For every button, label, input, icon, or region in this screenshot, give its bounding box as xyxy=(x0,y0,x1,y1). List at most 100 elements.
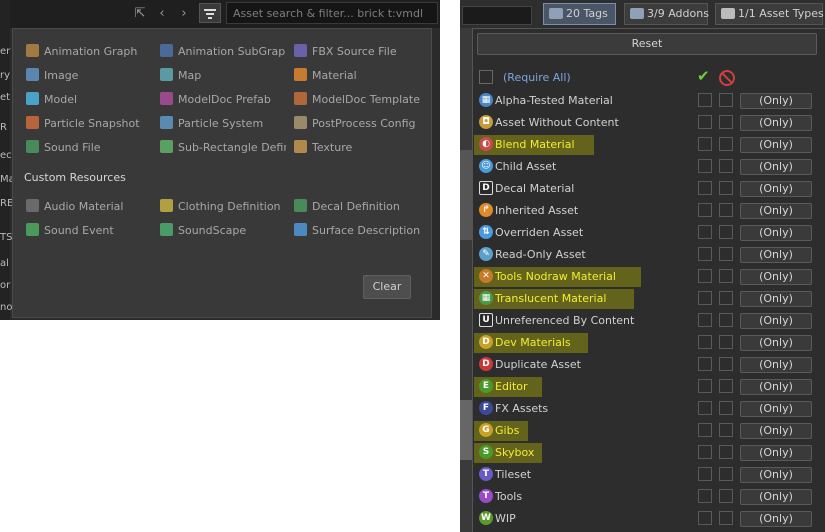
include-checkbox[interactable] xyxy=(698,291,712,305)
only-button[interactable]: (Only) xyxy=(740,379,812,395)
asset-type-item[interactable]: Texture xyxy=(294,140,420,156)
asset-type-item[interactable]: Sub-Rectangle Definit xyxy=(160,140,286,156)
exclude-checkbox[interactable] xyxy=(719,445,733,459)
asset-type-item[interactable]: ModelDoc Prefab xyxy=(160,92,286,108)
include-checkbox[interactable] xyxy=(698,445,712,459)
asset-type-item[interactable]: Animation Graph xyxy=(26,44,152,60)
only-button[interactable]: (Only) xyxy=(740,93,812,109)
exclude-checkbox[interactable] xyxy=(719,291,733,305)
addons-button[interactable]: 3/9 Addons xyxy=(624,3,709,25)
asset-types-button[interactable]: 1/1 Asset Types xyxy=(715,3,824,25)
only-button[interactable]: (Only) xyxy=(740,511,812,527)
tag-label: Blend Material xyxy=(495,138,575,151)
asset-type-item[interactable]: Particle System xyxy=(160,116,286,132)
asset-type-item[interactable]: FBX Source File xyxy=(294,44,420,60)
include-checkbox[interactable] xyxy=(698,137,712,151)
include-checkbox[interactable] xyxy=(698,247,712,261)
include-checkbox[interactable] xyxy=(698,467,712,481)
exclude-checkbox[interactable] xyxy=(719,269,733,283)
only-button[interactable]: (Only) xyxy=(740,159,812,175)
exclude-checkbox[interactable] xyxy=(719,423,733,437)
only-button[interactable]: (Only) xyxy=(740,445,812,461)
include-checkbox[interactable] xyxy=(698,203,712,217)
go-home-icon[interactable]: ⇱ xyxy=(130,4,150,24)
include-checkbox[interactable] xyxy=(698,269,712,283)
exclude-checkbox[interactable] xyxy=(719,137,733,151)
exclude-checkbox[interactable] xyxy=(719,247,733,261)
back-icon[interactable]: ‹ xyxy=(152,4,172,24)
only-button[interactable]: (Only) xyxy=(740,115,812,131)
asset-type-item[interactable]: ModelDoc Template xyxy=(294,92,420,108)
include-checkbox[interactable] xyxy=(698,357,712,371)
edge-label: no xyxy=(0,302,13,313)
exclude-checkbox[interactable] xyxy=(719,335,733,349)
include-checkbox[interactable] xyxy=(698,489,712,503)
include-checkbox[interactable] xyxy=(698,401,712,415)
only-button[interactable]: (Only) xyxy=(740,467,812,483)
exclude-checkbox[interactable] xyxy=(719,203,733,217)
only-button[interactable]: (Only) xyxy=(740,225,812,241)
include-checkbox[interactable] xyxy=(698,313,712,327)
only-button[interactable]: (Only) xyxy=(740,247,812,263)
asset-search-input[interactable]: Asset search & filter... brick t:vmdl xyxy=(226,2,438,24)
filter-button[interactable] xyxy=(199,3,221,23)
exclude-checkbox[interactable] xyxy=(719,313,733,327)
reset-button[interactable]: Reset xyxy=(477,33,817,55)
only-button[interactable]: (Only) xyxy=(740,181,812,197)
exclude-checkbox[interactable] xyxy=(719,181,733,195)
require-all-checkbox[interactable] xyxy=(479,70,493,84)
forward-icon[interactable]: › xyxy=(174,4,194,24)
include-checkbox[interactable] xyxy=(698,181,712,195)
exclude-checkbox[interactable] xyxy=(719,225,733,239)
only-button[interactable]: (Only) xyxy=(740,291,812,307)
toolbar-search-input[interactable] xyxy=(462,6,532,25)
exclude-checkbox[interactable] xyxy=(719,357,733,371)
tag-row: ◐ Blend Material (Only) xyxy=(472,134,825,156)
include-checkbox[interactable] xyxy=(698,93,712,107)
custom-resource-item[interactable]: Audio Material xyxy=(26,199,152,215)
tags-button[interactable]: 20 Tags xyxy=(543,3,616,25)
include-checkbox[interactable] xyxy=(698,511,712,525)
only-button[interactable]: (Only) xyxy=(740,357,812,373)
exclude-checkbox[interactable] xyxy=(719,511,733,525)
exclude-checkbox[interactable] xyxy=(719,159,733,173)
custom-resource-item[interactable]: Decal Definition xyxy=(294,199,420,215)
inherit-icon: ↱ xyxy=(479,203,493,217)
exclude-checkbox[interactable] xyxy=(719,93,733,107)
include-checkbox[interactable] xyxy=(698,379,712,393)
include-checkbox[interactable] xyxy=(698,423,712,437)
tag-label: Child Asset xyxy=(495,160,557,173)
asset-type-item[interactable]: Model xyxy=(26,92,152,108)
exclude-checkbox[interactable] xyxy=(719,467,733,481)
only-button[interactable]: (Only) xyxy=(740,269,812,285)
include-checkbox[interactable] xyxy=(698,159,712,173)
only-button[interactable]: (Only) xyxy=(740,203,812,219)
only-button[interactable]: (Only) xyxy=(740,401,812,417)
include-checkbox[interactable] xyxy=(698,115,712,129)
exclude-checkbox[interactable] xyxy=(719,401,733,415)
only-button[interactable]: (Only) xyxy=(740,489,812,505)
only-button[interactable]: (Only) xyxy=(740,313,812,329)
custom-resource-item[interactable]: SoundScape xyxy=(160,223,286,239)
include-checkbox[interactable] xyxy=(698,335,712,349)
asset-type-item[interactable]: Material xyxy=(294,68,420,84)
exclude-checkbox[interactable] xyxy=(719,489,733,503)
asset-type-item[interactable]: Image xyxy=(26,68,152,84)
only-button[interactable]: (Only) xyxy=(740,423,812,439)
asset-type-label: FBX Source File xyxy=(312,45,397,58)
only-button[interactable]: (Only) xyxy=(740,335,812,351)
custom-resource-item[interactable]: Surface Description xyxy=(294,223,420,239)
asset-type-item[interactable]: Particle Snapshot xyxy=(26,116,152,132)
asset-type-item[interactable]: Animation SubGraph xyxy=(160,44,286,60)
custom-resource-item[interactable]: Clothing Definition xyxy=(160,199,286,215)
letter-w-icon: W xyxy=(479,511,493,525)
exclude-checkbox[interactable] xyxy=(719,379,733,393)
asset-type-item[interactable]: PostProcess Config xyxy=(294,116,420,132)
clear-button[interactable]: Clear xyxy=(363,275,411,299)
exclude-checkbox[interactable] xyxy=(719,115,733,129)
asset-type-item[interactable]: Sound File xyxy=(26,140,152,156)
include-checkbox[interactable] xyxy=(698,225,712,239)
asset-type-item[interactable]: Map xyxy=(160,68,286,84)
custom-resource-item[interactable]: Sound Event xyxy=(26,223,152,239)
only-button[interactable]: (Only) xyxy=(740,137,812,153)
